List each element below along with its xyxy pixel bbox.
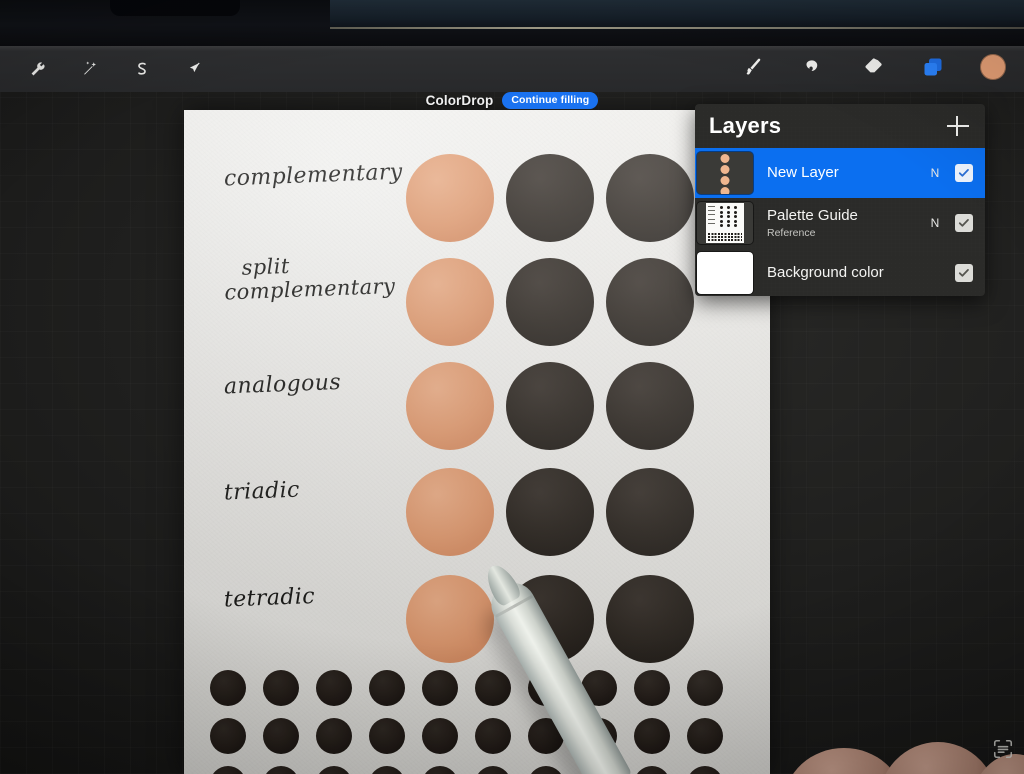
bezel-object [110, 0, 240, 16]
finger [878, 742, 998, 774]
thumbnail-dots [720, 154, 730, 194]
layer-name-text: Palette Guide [767, 207, 858, 225]
selection-icon[interactable] [129, 56, 155, 82]
canvas-paper[interactable]: complementary split complementary analog… [184, 110, 770, 774]
thumbnail-mini-grid [708, 233, 742, 241]
adjustments-icon[interactable] [25, 56, 51, 82]
color-swatch[interactable] [980, 54, 1006, 80]
finger [784, 748, 904, 774]
layer-row-palette-guide[interactable]: Palette Guide Reference N [695, 198, 985, 248]
layer-thumbnail[interactable] [697, 252, 753, 294]
bezel-hairline [330, 27, 1024, 29]
layers-header: Layers [695, 104, 985, 148]
layer-blend-mode[interactable]: N [927, 216, 943, 230]
eraser-icon[interactable] [860, 54, 886, 80]
layer-visibility-checkbox[interactable] [955, 164, 973, 182]
bezel-gloss [330, 0, 1024, 30]
layer-thumbnail[interactable] [697, 202, 753, 244]
hand [774, 670, 1024, 774]
layer-thumbnail[interactable] [697, 152, 753, 194]
thumbnail-dot-column [720, 206, 723, 227]
layer-row-new-layer[interactable]: New Layer N [695, 148, 985, 198]
layer-row-background-color[interactable]: Background color [695, 248, 985, 296]
magic-wand-icon[interactable] [77, 56, 103, 82]
scan-icon[interactable] [992, 738, 1014, 760]
thumbnail-worksheet [706, 203, 744, 243]
layer-name: New Layer [767, 164, 839, 182]
layers-panel[interactable]: Layers New Layer N Palette Guide Referen… [695, 104, 985, 296]
layer-blend-mode[interactable]: N [927, 166, 943, 180]
add-layer-button[interactable] [945, 113, 971, 139]
smudge-icon[interactable] [800, 54, 826, 80]
paper-lighting [184, 110, 770, 774]
layers-title: Layers [709, 113, 782, 138]
photo-scene: complementary split complementary analog… [0, 0, 1024, 774]
thumbnail-dot-column [734, 206, 737, 227]
brush-icon[interactable] [740, 54, 766, 80]
left-toolbar: ry [0, 56, 207, 82]
layers-icon[interactable] [920, 54, 946, 80]
layer-visibility-checkbox[interactable] [955, 214, 973, 232]
thumbnail-label-lines [708, 206, 715, 224]
right-toolbar [740, 54, 1006, 80]
toolbar-sheen [0, 46, 1024, 51]
layer-subtitle: Reference [767, 226, 816, 239]
transform-icon[interactable] [181, 56, 207, 82]
layer-name: Background color [767, 264, 884, 282]
thumbnail-dot-column [727, 206, 730, 227]
layer-name: Palette Guide Reference [767, 207, 927, 238]
layer-visibility-checkbox[interactable] [955, 264, 973, 282]
